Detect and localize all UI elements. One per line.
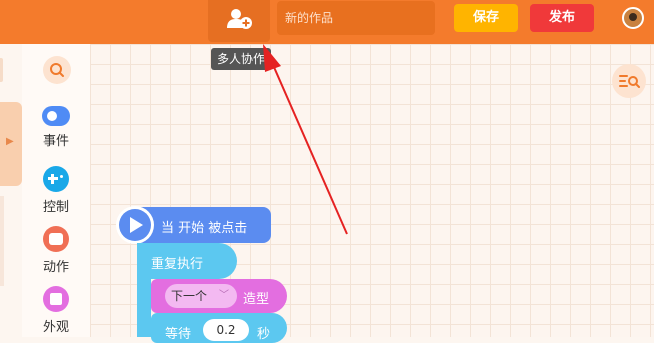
motion-icon — [43, 226, 69, 252]
category-control[interactable]: 控制 — [22, 166, 90, 215]
block-label: 等待 — [165, 327, 192, 342]
block-label: 造型 — [243, 292, 270, 307]
save-button[interactable]: 保存 — [454, 4, 518, 32]
block-label: 重复执行 — [151, 257, 204, 272]
canvas-search-button[interactable] — [612, 64, 646, 98]
chevron-down-icon: ﹀ — [219, 290, 229, 301]
category-motion[interactable]: 动作 — [22, 226, 90, 275]
chevron-right-icon: ▶ — [6, 136, 14, 147]
collaboration-button[interactable] — [208, 0, 270, 42]
panel-edge — [0, 196, 4, 286]
repeat-forever-block[interactable]: 重复执行 — [137, 243, 237, 279]
loop-arm — [137, 279, 151, 337]
switch-costume-block[interactable]: ﹀ 下一个 造型 — [151, 279, 287, 313]
collaboration-tooltip: 多人协作 — [211, 48, 272, 70]
costume-select-value: 下一个 — [171, 289, 208, 303]
block-unit-label: 秒 — [257, 327, 271, 342]
costume-select[interactable]: ﹀ 下一个 — [165, 284, 237, 308]
events-icon — [42, 106, 70, 126]
user-avatar-icon[interactable] — [622, 7, 644, 29]
play-icon — [116, 206, 154, 244]
user-add-icon — [227, 9, 252, 29]
category-label: 控制 — [42, 200, 69, 215]
palette-search-button[interactable] — [43, 56, 71, 84]
search-icon — [50, 63, 64, 77]
publish-button[interactable]: 发布 — [530, 4, 594, 32]
wait-seconds-input[interactable]: 0.2 — [203, 319, 249, 341]
wait-block[interactable]: 等待 0.2 秒 — [151, 313, 287, 343]
expand-panel-handle[interactable]: ▶ — [0, 102, 22, 186]
category-looks[interactable]: 外观 — [22, 286, 90, 335]
when-start-clicked-block[interactable]: 当 开始 被点击 — [116, 206, 271, 244]
gamepad-icon — [43, 166, 69, 192]
category-label: 外观 — [42, 320, 69, 335]
project-title-input[interactable] — [277, 1, 435, 35]
shirt-icon — [43, 286, 69, 312]
list-search-icon — [619, 75, 640, 88]
block-label: 当 开始 被点击 — [161, 221, 248, 236]
stage-panel-edge — [0, 58, 3, 82]
category-label: 事件 — [42, 134, 69, 149]
category-events[interactable]: 事件 — [22, 106, 90, 149]
category-label: 动作 — [42, 260, 69, 275]
